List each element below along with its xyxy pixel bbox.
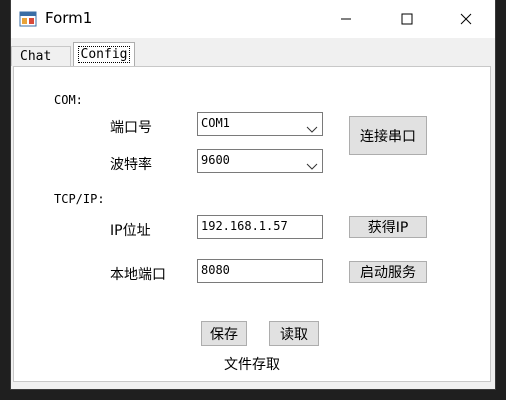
ip-address-value: 192.168.1.57	[201, 219, 288, 233]
com-section-label: COM:	[54, 93, 83, 107]
app-form-icon	[19, 10, 37, 28]
maximize-button[interactable]	[378, 0, 436, 38]
baud-rate-select-value: 9600	[201, 153, 230, 167]
get-ip-button[interactable]: 获得IP	[349, 216, 427, 238]
local-port-field[interactable]: 8080	[197, 259, 323, 283]
minimize-icon	[340, 10, 352, 29]
close-icon	[460, 10, 472, 29]
config-tab-panel: COM: 端口号 COM1 波特率 9600 连接串口 TCP/IP: IP位址…	[13, 66, 491, 382]
baud-rate-select[interactable]: 9600	[197, 149, 323, 173]
file-access-caption: 文件存取	[224, 357, 280, 373]
port-select-value: COM1	[201, 116, 230, 130]
tab-config-label: Config	[78, 46, 130, 63]
tab-config[interactable]: Config	[73, 42, 135, 66]
port-select[interactable]: COM1	[197, 112, 323, 136]
start-service-button[interactable]: 启动服务	[349, 261, 427, 283]
port-number-label: 端口号	[110, 120, 152, 136]
tab-chat[interactable]: Chat	[11, 46, 71, 66]
minimize-button[interactable]	[317, 0, 375, 38]
ip-address-label: IP位址	[110, 223, 151, 239]
load-button[interactable]: 读取	[269, 321, 319, 346]
chevron-down-icon	[306, 156, 318, 170]
window-title: Form1	[45, 9, 93, 27]
chevron-down-icon	[306, 119, 318, 133]
title-bar[interactable]: Form1	[11, 0, 495, 38]
connect-serial-button[interactable]: 连接串口	[349, 116, 427, 155]
tcp-ip-section-label: TCP/IP:	[54, 192, 105, 206]
baud-rate-label: 波特率	[110, 157, 152, 173]
save-button[interactable]: 保存	[201, 321, 247, 346]
app-window: Form1 COM: 端口号 COM1 波特率 9600 连接串口 TCP/IP…	[10, 0, 496, 390]
maximize-icon	[401, 10, 413, 29]
local-port-value: 8080	[201, 263, 230, 277]
ip-address-field[interactable]: 192.168.1.57	[197, 215, 323, 239]
close-button[interactable]	[437, 0, 495, 38]
local-port-label: 本地端口	[110, 267, 166, 283]
